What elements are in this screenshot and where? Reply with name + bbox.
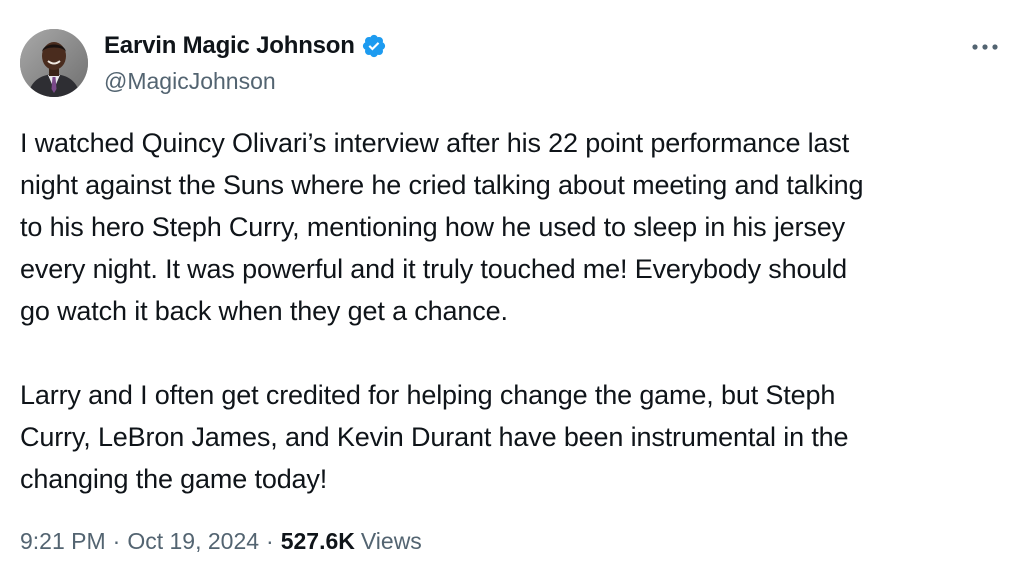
profile-photo	[20, 29, 88, 97]
display-name[interactable]: Earvin Magic Johnson	[104, 32, 355, 60]
tweet-card: Earvin Magic Johnson @MagicJohnson I wat…	[0, 0, 1023, 587]
tweet-line: every night. It was powerful and it trul…	[20, 254, 847, 284]
tweet-line: changing the game today!	[20, 464, 328, 494]
tweet-line: Larry and I often get credited for helpi…	[20, 380, 836, 410]
tweet-line: Curry, LeBron James, and Kevin Durant ha…	[20, 422, 849, 452]
avatar[interactable]	[20, 29, 88, 97]
author-name-row: Earvin Magic Johnson	[104, 30, 387, 62]
meta-separator: ·	[266, 528, 274, 554]
tweet-date[interactable]: Oct 19, 2024	[127, 528, 259, 555]
tweet-line: go watch it back when they get a chance.	[20, 296, 508, 326]
verified-badge-icon[interactable]	[361, 33, 387, 59]
tweet-paragraph-2: Larry and I often get credited for helpi…	[20, 374, 1005, 500]
tweet-paragraph-1: I watched Quincy Olivari’s interview aft…	[20, 122, 1005, 332]
tweet-text: I watched Quincy Olivari’s interview aft…	[20, 122, 1005, 500]
tweet-time[interactable]: 9:21 PM	[20, 528, 106, 555]
meta-separator: ·	[112, 528, 121, 554]
tweet-line: to his hero Steph Curry, mentioning how …	[20, 212, 845, 242]
views-label[interactable]: Views	[361, 528, 422, 555]
tweet-meta: 9:21 PM · Oct 19, 2024 · 527.6K Views	[20, 528, 422, 555]
tweet-line: night against the Suns where he cried ta…	[20, 170, 864, 200]
views-count[interactable]: 527.6K	[281, 528, 355, 555]
author-handle[interactable]: @MagicJohnson	[104, 68, 276, 95]
more-options-icon[interactable]	[971, 38, 999, 56]
tweet-line: I watched Quincy Olivari’s interview aft…	[20, 128, 850, 158]
